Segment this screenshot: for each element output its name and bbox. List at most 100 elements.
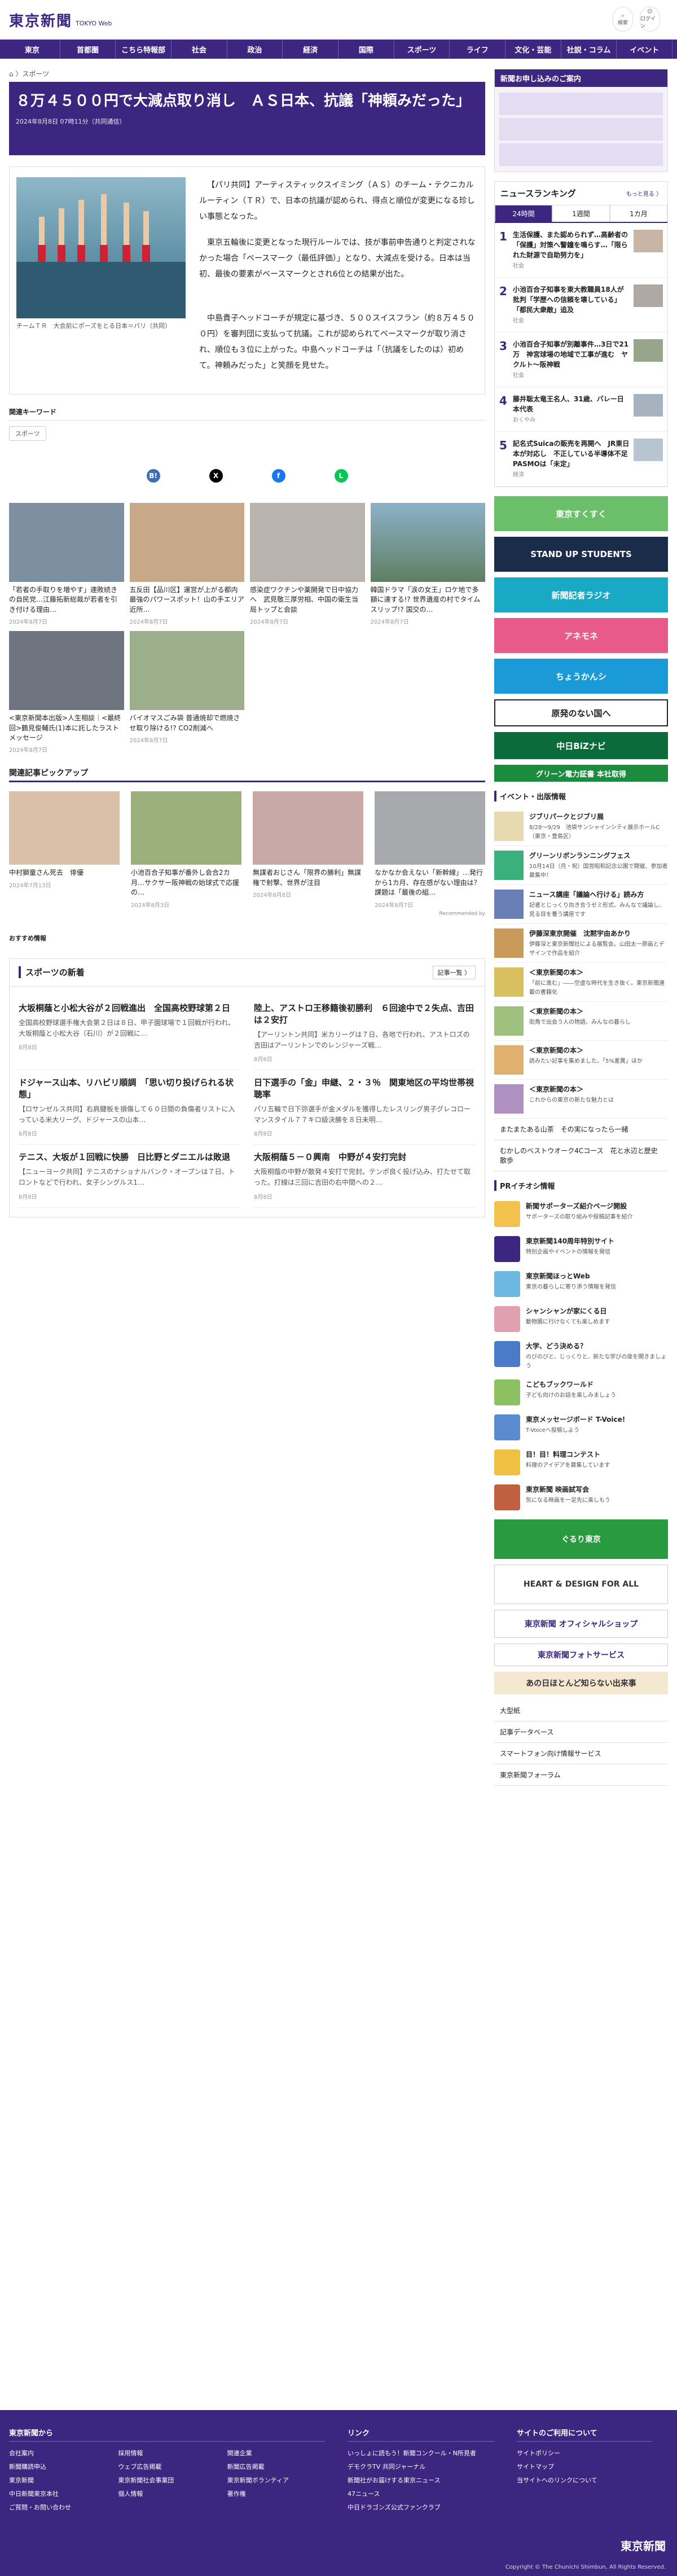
pickup-card[interactable]: 小池百合子知事が番外し会合2カ月…サクサー阪神戦の始球式で応援の… 2024年8月… bbox=[131, 791, 241, 909]
footer-link[interactable]: デモクラTV 共同ジャーナル bbox=[348, 2462, 494, 2471]
side-link[interactable]: 大型紙 bbox=[494, 1700, 668, 1721]
ad-banner[interactable]: ぐるり東京 bbox=[494, 1519, 668, 1559]
nav-item[interactable]: 国際 bbox=[338, 40, 394, 59]
related-card[interactable]: 五反田【品川区】運営が上がる都内最強のパワースポット！山の手エリア近所… 2024… bbox=[129, 503, 244, 625]
pickup-card[interactable]: 中村獅童さん死去 俳優 2024年7月13日 bbox=[9, 791, 120, 908]
banner[interactable]: 東京すくすく bbox=[494, 496, 668, 531]
nav-item[interactable]: スポーツ bbox=[394, 40, 450, 59]
nav-item[interactable]: こちら特報部 bbox=[116, 40, 172, 59]
ranking-item[interactable]: 4 藤井聡太竜王名人、31歳、バレー日本代表 おくやみ bbox=[495, 387, 667, 432]
pr-item[interactable]: 新聞サポーターズ紹介ページ開設 サポーターズの取り組みや投稿記事を紹介 bbox=[494, 1197, 668, 1232]
bookmark-icon[interactable]: B! bbox=[146, 469, 160, 483]
login-button[interactable]: ☺ ログイン bbox=[640, 7, 660, 32]
x-icon[interactable]: X bbox=[209, 469, 223, 483]
sports-item[interactable]: テニス、大坂が１回戦に快勝 日比野とダニエルは敗退 【ニューヨーク共同】テニスのナ… bbox=[19, 1145, 240, 1208]
sports-item[interactable]: 大阪桐蔭５－０興南 中野が４安打完封 大阪桐蔭の中野が散発４安打で完封。テンポ良く… bbox=[254, 1145, 476, 1208]
nav-item[interactable]: 社会 bbox=[172, 40, 227, 59]
nav-item[interactable]: 東京 bbox=[5, 40, 60, 59]
site-logo[interactable]: 東京新聞 bbox=[9, 10, 72, 30]
footer-link[interactable]: 中日新聞東京本社 bbox=[9, 2489, 107, 2498]
search-button[interactable]: ⌕ 検索 bbox=[613, 7, 633, 32]
ranking-item[interactable]: 3 小池百合子知事が別離事件…3日で21万 神宮球場の地域で工事が進む ヤクルト～… bbox=[495, 332, 667, 387]
footer-link[interactable]: いっしょに読もう！新聞コンクール・N所見者 bbox=[348, 2448, 494, 2457]
footer-link[interactable]: 採用情報 bbox=[118, 2448, 216, 2457]
ad-banner[interactable]: 東京新聞 オフィシャルショップ bbox=[494, 1610, 668, 1638]
ranking-item[interactable]: 5 記名式Suicaの販売を再開へ JR東日本が対応し 不正している半導体不足 P… bbox=[495, 432, 667, 487]
event-item[interactable]: 伊藤深東京開催 沈黙宇由あかり 伊藤深と東京新聞社による展覧会。山田太一原画とデザ… bbox=[494, 924, 668, 963]
footer-link[interactable]: 著作権 bbox=[227, 2489, 325, 2498]
side-link[interactable]: 東京新聞フォーラム bbox=[494, 1764, 668, 1786]
tab-24h[interactable]: 24時間 bbox=[495, 205, 552, 222]
banner[interactable]: 中日BiZナビ bbox=[494, 732, 668, 759]
event-item[interactable]: ＜東京新聞の本＞ 読みたい記事を集めました。「5%差異」ほか bbox=[494, 1041, 668, 1080]
ranking-more-link[interactable]: もっと見る 〉 bbox=[626, 189, 662, 198]
pickup-card[interactable]: なかなか会えない「新幹線」…発行から1カ月、存在感がない理由は？ 課題は「最後の… bbox=[375, 791, 487, 909]
sports-item[interactable]: 大坂桐蔭と小松大谷が２回戦進出 全国高校野球第２日 全国高校野球選手権大会第２日は… bbox=[19, 996, 240, 1070]
nav-item[interactable]: 政治 bbox=[227, 40, 283, 59]
sports-more-button[interactable]: 記事一覧 〉 bbox=[432, 965, 476, 979]
footer-link[interactable]: 東京新聞 bbox=[9, 2476, 107, 2485]
pr-item[interactable]: 東京新聞ほっとWeb 東京の暮らしに寄り添う情報を発信 bbox=[494, 1267, 668, 1302]
tab-month[interactable]: 1カ月 bbox=[610, 205, 667, 222]
pr-item[interactable]: シャンシャンが家にくる日 動物園に行けなくても楽しめます bbox=[494, 1302, 668, 1337]
side-link[interactable]: スマートフォン向け情報サービス bbox=[494, 1743, 668, 1764]
footer-logo[interactable]: 東京新聞 bbox=[621, 2537, 666, 2553]
nav-item[interactable]: イベント bbox=[617, 40, 673, 59]
footer-link[interactable]: 会社案内 bbox=[9, 2448, 107, 2457]
related-card[interactable]: バイオマスごみ袋 普通焼却で燃焼させ取り除ける!? CO2削減へ 2024年8月7… bbox=[129, 631, 244, 753]
nav-item[interactable]: 経済 bbox=[283, 40, 339, 59]
sports-item[interactable]: 陸上、アストロ王移籍後初勝利 ６回途中で２失点、吉田は２安打 【アーリントン共同】… bbox=[254, 996, 476, 1070]
nav-item[interactable]: ライフ bbox=[450, 40, 506, 59]
footer-link[interactable]: 関連企業 bbox=[227, 2448, 325, 2457]
sports-item[interactable]: ドジャース山本、リハビリ順調 「思い切り投げられる状態」 【ロサンゼルス共同】右肩… bbox=[19, 1070, 240, 1145]
banner[interactable]: 原発のない国へ bbox=[494, 699, 668, 726]
footer-link[interactable]: 47ニュース bbox=[348, 2489, 494, 2498]
pr-item[interactable]: 東京新聞140周年特別サイト 特別企画やイベントの情報を発信 bbox=[494, 1232, 668, 1267]
tab-week[interactable]: 1週間 bbox=[552, 205, 610, 222]
event-item[interactable]: ジブリパークとジブリ展 8/28～9/29 池袋サンシャインシティ展示ホールC（東… bbox=[494, 807, 668, 846]
event-item[interactable]: ニュース講座「議論へ行ける」読み方 記者とじっくり向き合うゼミ形式、みんなで議論し… bbox=[494, 885, 668, 924]
pr-item[interactable]: 東京新聞 映画試写会 気になる映画を一足先に楽しもう bbox=[494, 1480, 668, 1515]
related-card[interactable]: 感染症ワクチンや薬開発で日中協力へ 武見敬三厚労相、中国の衛生当局トップと会談 2… bbox=[250, 503, 365, 625]
banner[interactable]: 新聞記者ラジオ bbox=[494, 577, 668, 612]
footer-link[interactable]: サイトマップ bbox=[517, 2462, 652, 2471]
text-link[interactable]: むかしのベストウオーク4Cコース 花と水辺と歴史散歩 bbox=[494, 1140, 668, 1171]
footer-link[interactable]: 東京新聞ボランティア bbox=[227, 2476, 325, 2485]
banner[interactable]: STAND UP STUDENTS bbox=[494, 537, 668, 572]
sports-item[interactable]: 日下選手の「金」申継、２・３％ 関東地区の平均世帯視聴率 パリ五輪で日下弥選手が金… bbox=[254, 1070, 476, 1145]
banner[interactable]: グリーン電力証書 本社取得 bbox=[494, 765, 668, 782]
related-card[interactable]: 韓国ドラマ「涙の女王」ロケ地で多額に達する!? 世界遺産の村でタイムスリップ!?… bbox=[370, 503, 485, 625]
pr-item[interactable]: 東京メッセージボード T-Voice! T-Voiceへ投稿しよう bbox=[494, 1410, 668, 1445]
banner[interactable]: アネモネ bbox=[494, 618, 668, 653]
related-card[interactable]: <東京新聞本出版>人生相談｜<最終回>鶴見俊輔氏(1)本に託したラストメッセージ… bbox=[9, 631, 124, 753]
text-link[interactable]: またまたある山茶 その実になったら一緒 bbox=[494, 1119, 668, 1140]
footer-link[interactable]: 当サイトへのリンクについて bbox=[517, 2476, 652, 2485]
footer-link[interactable]: ご質問・お問い合わせ bbox=[9, 2503, 107, 2512]
pr-item[interactable]: 目！目！料理コンテスト 料理のアイデアを募集しています bbox=[494, 1445, 668, 1480]
pr-item[interactable]: 大学、どう決める？ のびのびと、じっくりと、新たな学びの扉を開きましょう bbox=[494, 1337, 668, 1375]
event-item[interactable]: ＜東京新聞の本＞ 「前に進む」――空虚な時代を生き抜く。東京新聞連載の書籍化 bbox=[494, 963, 668, 1002]
nav-item[interactable]: 文化・芸能 bbox=[505, 40, 561, 59]
footer-link[interactable]: ウェブ広告掲載 bbox=[118, 2462, 216, 2471]
ad-banner[interactable]: HEART & DESIGN FOR ALL bbox=[494, 1565, 668, 1604]
banner[interactable]: ちょうかんシ bbox=[494, 659, 668, 694]
related-card[interactable]: 「若者の手取りを増やす」連敗続きの自民党…江藤拓新総裁が若者を引き付ける理由… 2… bbox=[9, 503, 124, 625]
pr-item[interactable]: こどもブックワールド 子ども向けのお話を楽しみましょう bbox=[494, 1375, 668, 1410]
ad-banner[interactable]: 東京新聞フォトサービス bbox=[494, 1644, 668, 1666]
footer-link[interactable]: 新聞社がお届けする東京ニュース bbox=[348, 2476, 494, 2485]
breadcrumb[interactable]: ⌂ 〉スポーツ bbox=[9, 69, 485, 78]
ranking-item[interactable]: 1 生活保護、また認められず…高齢者の「保護」対策へ警鐘を鳴らす…「限られた財源で… bbox=[495, 223, 667, 278]
nav-item[interactable]: 社説・コラム bbox=[561, 40, 617, 59]
footer-link[interactable]: 新聞購読申込 bbox=[9, 2462, 107, 2471]
footer-link[interactable]: 新聞広告掲載 bbox=[227, 2462, 325, 2471]
footer-link[interactable]: 中日ドラゴンズ公式ファンクラブ bbox=[348, 2503, 494, 2512]
event-item[interactable]: ＜東京新聞の本＞ これからの東京の新たな魅力とは bbox=[494, 1080, 668, 1119]
subscription-promo[interactable]: 新聞お申し込みのご案内 bbox=[494, 69, 668, 172]
nav-item[interactable]: 首都圏 bbox=[60, 40, 116, 59]
footer-link[interactable]: 東京新聞社会事業団 bbox=[118, 2476, 216, 2485]
footer-link[interactable]: 個人情報 bbox=[118, 2489, 216, 2498]
pickup-card[interactable]: 無謀者おじさん「限界の勝利」無謀権で射撃、世界が注目 2024年8月8日 bbox=[253, 791, 363, 908]
ad-banner[interactable]: あの日ほとんど知らない出来事 bbox=[494, 1672, 668, 1694]
ranking-item[interactable]: 2 小池百合子知事を東大教職員18人が批判「学歴への信頼を壊している」「都民大衆敵… bbox=[495, 278, 667, 332]
side-link[interactable]: 記事データベース bbox=[494, 1721, 668, 1743]
